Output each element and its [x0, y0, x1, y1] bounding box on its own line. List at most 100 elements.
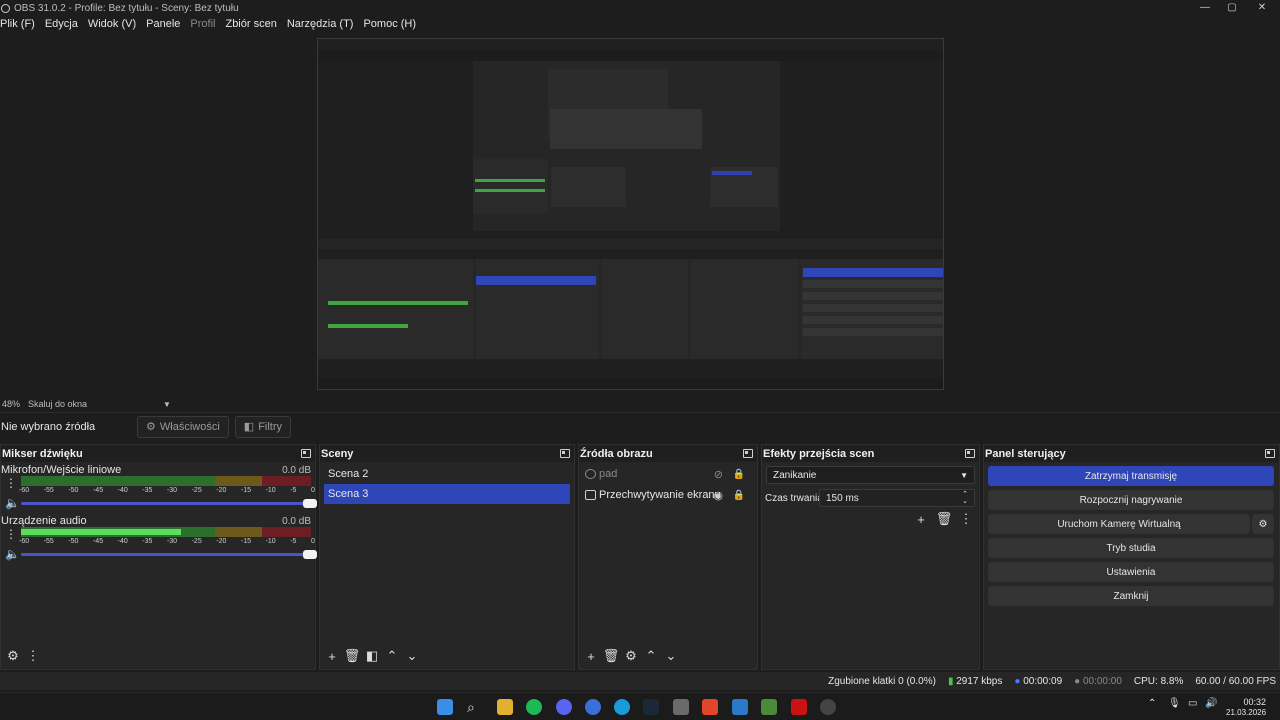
undock-icon[interactable] — [301, 449, 311, 458]
gamepad-icon — [585, 469, 596, 479]
channel-db: 0.0 dB — [282, 465, 311, 476]
speaker-icon[interactable]: 🔈 — [5, 496, 20, 510]
nvidia-icon[interactable] — [761, 699, 777, 715]
lock-icon[interactable]: 🔒 — [733, 469, 745, 480]
edge-icon[interactable] — [614, 699, 630, 715]
zoom-row: 48% Skaluj do okna ▼ — [0, 397, 1280, 411]
obs-icon[interactable] — [820, 699, 836, 715]
scene-item-selected[interactable]: Scena 3 — [324, 484, 570, 504]
preview-capture-image — [317, 38, 944, 390]
move-up-icon[interactable]: ⌃ — [643, 648, 659, 664]
stop-streaming-button[interactable]: Zatrzymaj transmisję — [988, 466, 1274, 486]
add-icon[interactable]: + — [324, 648, 340, 664]
visibility-off-icon[interactable]: ⊘ — [714, 468, 723, 481]
properties-button[interactable]: ⚙ Właściwości — [137, 415, 229, 438]
taskbar: ⌕ ⌃ 🎙 ▭ 🔊 00:32 21.03.2026 — [0, 692, 1280, 720]
slider-knob[interactable] — [303, 499, 317, 508]
speaker-icon[interactable]: 🔈 — [5, 547, 20, 561]
display-icon[interactable]: ▭ — [1188, 698, 1197, 709]
filters-button[interactable]: ◧ Filtry — [234, 415, 292, 438]
trash-icon[interactable]: 🗑 — [936, 511, 953, 527]
undock-icon[interactable] — [1265, 449, 1275, 458]
eye-icon[interactable]: ◉ — [713, 489, 723, 502]
kebab-menu-icon[interactable]: ⋮ — [5, 476, 17, 490]
recorder-icon[interactable] — [791, 699, 807, 715]
tray-overflow-icon[interactable]: ⌃ — [1148, 698, 1156, 709]
record-time: ● 00:00:00 — [1074, 676, 1122, 687]
menu-help[interactable]: Pomoc (H) — [363, 18, 416, 30]
trash-icon[interactable]: 🗑 — [603, 648, 620, 664]
monitor-icon — [585, 490, 596, 500]
volume-slider[interactable] — [21, 550, 317, 559]
start-recording-button[interactable]: Rozpocznij nagrywanie — [988, 490, 1274, 510]
lock-icon[interactable]: 🔒 — [733, 490, 745, 501]
preview-canvas[interactable] — [0, 32, 1280, 397]
store-icon[interactable] — [732, 699, 748, 715]
meter-ticks: -60 -55 -50 -45 -40 -35 -30 -25 -20 -15 -10 -5 0 — [19, 487, 315, 494]
move-down-icon[interactable]: ⌄ — [404, 648, 420, 664]
volume-meter — [21, 527, 311, 537]
start-virtual-camera-button[interactable]: Uruchom Kamerę Wirtualną — [988, 514, 1250, 534]
menu-edit[interactable]: Edycja — [45, 18, 78, 30]
exit-button[interactable]: Zamknij — [988, 586, 1274, 606]
settings-button[interactable]: Ustawienia — [988, 562, 1274, 582]
close-button[interactable]: ✕ — [1247, 0, 1277, 14]
start-icon[interactable] — [437, 699, 453, 715]
search-icon[interactable]: ⌕ — [467, 699, 483, 715]
move-down-icon[interactable]: ⌄ — [663, 648, 679, 664]
brave-icon[interactable] — [702, 699, 718, 715]
zoom-mode-select[interactable]: Skaluj do okna — [28, 399, 163, 409]
source-item[interactable]: pad ⊘ 🔒 — [585, 465, 753, 483]
spin-arrows-icon[interactable]: ⌃ ⌄ — [962, 491, 968, 505]
duration-spinbox[interactable]: 150 ms ⌃ ⌄ — [819, 489, 975, 507]
dock-title: Sceny — [321, 447, 354, 460]
maximize-button[interactable]: ▢ — [1217, 0, 1247, 14]
menu-file[interactable]: Plik (F) — [0, 18, 35, 30]
spotify-icon[interactable] — [526, 699, 542, 715]
kebab-menu-icon[interactable]: ⋮ — [25, 648, 41, 664]
volume-icon[interactable]: 🔊 — [1205, 698, 1217, 709]
kebab-menu-icon[interactable]: ⋮ — [958, 511, 974, 527]
clock-time[interactable]: 00:32 — [1234, 697, 1266, 707]
discord-icon[interactable] — [556, 699, 572, 715]
mixer-footer: ⚙ ⋮ — [1, 643, 315, 669]
app-icon[interactable] — [585, 699, 601, 715]
mic-icon[interactable]: 🎙 — [1168, 698, 1181, 709]
dock-title: Mikser dźwięku — [2, 447, 83, 460]
dock-header: Efekty przejścia scen — [762, 445, 979, 462]
meter-level — [21, 529, 181, 535]
undock-icon[interactable] — [560, 449, 570, 458]
menu-docks[interactable]: Panele — [146, 18, 180, 30]
slider-knob[interactable] — [303, 550, 317, 559]
dock-title: Źródła obrazu — [580, 447, 653, 460]
menu-profile[interactable]: Profil — [190, 18, 215, 30]
file-explorer-icon[interactable] — [497, 699, 513, 715]
undock-icon[interactable] — [743, 449, 753, 458]
kebab-menu-icon[interactable]: ⋮ — [5, 527, 17, 541]
trash-icon[interactable]: 🗑 — [344, 648, 361, 664]
menu-tools[interactable]: Narzędzia (T) — [287, 18, 354, 30]
virtual-camera-settings-button[interactable]: ⚙ — [1252, 514, 1274, 534]
menu-view[interactable]: Widok (V) — [88, 18, 136, 30]
menu-bar: Plik (F) Edycja Widok (V) Panele Profil … — [0, 16, 1280, 32]
chevron-down-icon[interactable]: ▼ — [163, 400, 171, 409]
advanced-audio-icon[interactable]: ⚙ — [5, 648, 21, 664]
filter-icon[interactable]: ◧ — [364, 648, 380, 664]
steam-icon[interactable] — [643, 699, 659, 715]
volume-slider[interactable] — [21, 499, 317, 508]
game-app-icon[interactable] — [673, 699, 689, 715]
add-icon[interactable]: + — [583, 648, 599, 664]
clock-date[interactable]: 21.03.2026 — [1226, 708, 1266, 717]
move-up-icon[interactable]: ⌃ — [384, 648, 400, 664]
gear-icon[interactable]: ⚙ — [623, 648, 639, 664]
source-item[interactable]: Przechwytywanie ekranu ◉ 🔒 — [585, 486, 753, 504]
scene-item[interactable]: Scena 2 — [324, 464, 570, 484]
add-icon[interactable]: + — [913, 511, 929, 527]
studio-mode-button[interactable]: Tryb studia — [988, 538, 1274, 558]
stream-time-value: 00:00:09 — [1023, 675, 1063, 687]
transition-type-select[interactable]: Zanikanie ▼ — [766, 466, 975, 484]
scenes-dock: Sceny Scena 2 Scena 3 + 🗑 ◧ ⌃ ⌄ — [319, 444, 575, 670]
minimize-button[interactable]: — — [1190, 0, 1220, 14]
undock-icon[interactable] — [965, 449, 975, 458]
menu-scene-collection[interactable]: Zbiór scen — [225, 18, 276, 30]
